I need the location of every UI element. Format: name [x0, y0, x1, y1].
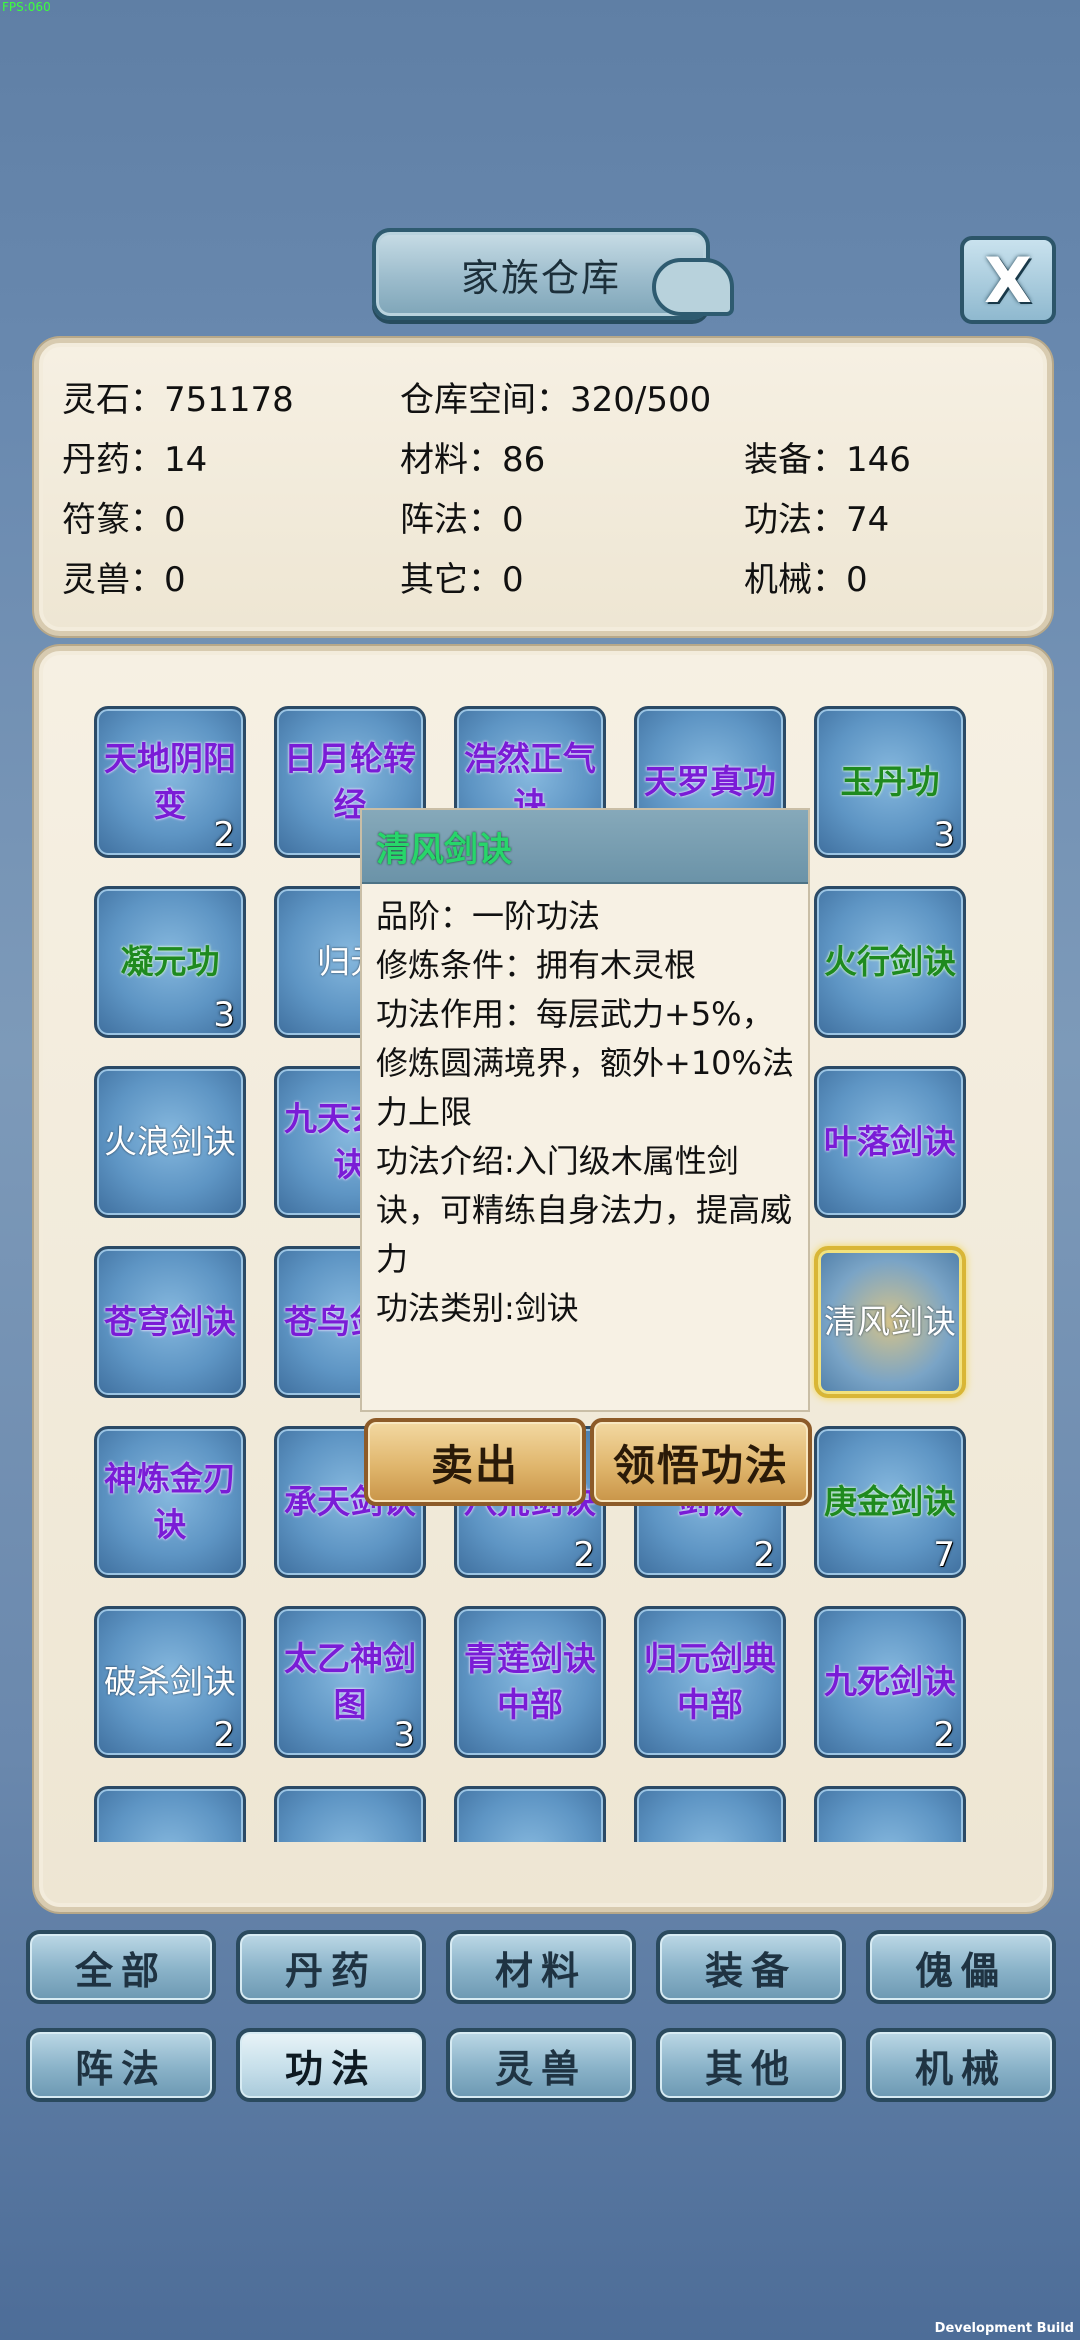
slot-item-name: 九死剑诀 [824, 1662, 956, 1701]
sell-button[interactable]: 卖出 [364, 1418, 586, 1506]
slot-item-count: 2 [213, 1715, 235, 1755]
slot-item-name: 青莲剑诀中部 [464, 1639, 596, 1724]
tooltip-category: 功法类别:剑诀 [376, 1289, 579, 1327]
inventory-slot[interactable] [634, 1786, 786, 1842]
slot-item-count: 7 [933, 1535, 955, 1575]
slot-item-count: 2 [573, 1535, 595, 1575]
tooltip-title: 清风剑诀 [376, 829, 512, 870]
item-tooltip: 清风剑诀 品阶：一阶功法 修炼条件：拥有木灵根 功法作用：每层武力+5%，修炼圆… [360, 808, 810, 1412]
inventory-slot[interactable]: 太乙神剑图 3 [274, 1606, 426, 1758]
inventory-slot[interactable] [274, 1786, 426, 1842]
inventory-slot[interactable]: 叶落剑诀 [814, 1066, 966, 1218]
inventory-slot[interactable]: 神炼金刃诀 [94, 1426, 246, 1578]
inventory-slot[interactable] [94, 1786, 246, 1842]
machines-stat: 机械：0 [744, 560, 868, 600]
spirit-stone-stat: 灵石：751178 [62, 380, 294, 420]
pills-stat: 丹药：14 [62, 440, 208, 480]
inventory-slot[interactable]: 火浪剑诀 [94, 1066, 246, 1218]
inventory-slot[interactable] [454, 1786, 606, 1842]
category-tab[interactable]: 材料 [446, 1930, 636, 2004]
tooltip-body: 品阶：一阶功法 修炼条件：拥有木灵根 功法作用：每层武力+5%，修炼圆满境界，额… [362, 884, 808, 1333]
inventory-slot[interactable]: 青莲剑诀中部 [454, 1606, 606, 1758]
inventory-slot[interactable]: 天地阴阳变 2 [94, 706, 246, 858]
slot-item-name: 玉丹功 [840, 762, 940, 801]
slot-item-count: 2 [753, 1535, 775, 1575]
inventory-slot[interactable]: 九死剑诀 2 [814, 1606, 966, 1758]
materials-stat: 材料：86 [400, 440, 546, 480]
category-tab[interactable]: 灵兽 [446, 2028, 636, 2102]
page-title: 家族仓库 [460, 255, 621, 300]
category-tab[interactable]: 丹药 [236, 1930, 426, 2004]
inventory-slot[interactable]: 破杀剑诀 2 [94, 1606, 246, 1758]
slot-item-count: 2 [213, 815, 235, 855]
techniques-stat: 功法：74 [744, 500, 890, 540]
slot-item-name: 清风剑诀 [824, 1302, 956, 1341]
slot-item-name: 天罗真功 [644, 762, 776, 801]
category-tab[interactable]: 其他 [656, 2028, 846, 2102]
fps-counter: FPS:060 [2, 0, 51, 14]
slot-item-name: 青莲剑诀 [818, 1839, 962, 1842]
slot-item-name: 破杀剑诀 [104, 1662, 236, 1701]
category-tab[interactable]: 功法 [236, 2028, 426, 2102]
slot-item-count: 3 [213, 995, 235, 1035]
slot-item-name: 火行剑诀 [824, 942, 956, 981]
category-tab[interactable]: 机械 [866, 2028, 1056, 2102]
others-stat: 其它：0 [400, 560, 524, 600]
inventory-slot[interactable]: 火行剑诀 [814, 886, 966, 1038]
close-button[interactable]: X [960, 236, 1056, 324]
slot-item-name: 神炼金刃诀 [104, 1459, 236, 1544]
slot-item-name: 凝元功 [120, 942, 220, 981]
tooltip-description: 功法介绍:入门级木属性剑诀，可精练自身法力，提高威力 [376, 1142, 793, 1278]
slot-item-name: 火浪剑诀 [104, 1122, 236, 1161]
slot-item-name: 归元剑典中部 [644, 1639, 776, 1724]
inventory-slot[interactable]: 归元剑典中部 [634, 1606, 786, 1758]
category-tab[interactable]: 全部 [26, 1930, 216, 2004]
equipment-stat: 装备：146 [744, 440, 911, 480]
inventory-slot[interactable]: 苍穹剑诀 [94, 1246, 246, 1398]
slot-item-count: 2 [933, 1715, 955, 1755]
slot-item-name: 苍穹剑诀 [104, 1302, 236, 1341]
storage-stat: 仓库空间：320/500 [400, 380, 712, 420]
inventory-slot[interactable]: 清风剑诀 [814, 1246, 966, 1398]
tooltip-requirement: 修炼条件：拥有木灵根 [376, 946, 697, 984]
cloud-ornament-icon [652, 258, 734, 316]
category-tab[interactable]: 装备 [656, 1930, 846, 2004]
beasts-stat: 灵兽：0 [62, 560, 186, 600]
inventory-slot[interactable]: 庚金剑诀 7 [814, 1426, 966, 1578]
formations-stat: 阵法：0 [400, 500, 524, 540]
slot-item-count: 3 [933, 815, 955, 855]
tooltip-grade: 品阶：一阶功法 [376, 897, 601, 935]
inventory-slot[interactable]: 玉丹功 3 [814, 706, 966, 858]
inventory-slot[interactable]: 凝元功 3 [94, 886, 246, 1038]
category-tab[interactable]: 阵法 [26, 2028, 216, 2102]
learn-technique-button[interactable]: 领悟功法 [590, 1418, 812, 1506]
talismans-stat: 符篆：0 [62, 500, 186, 540]
category-tab[interactable]: 傀儡 [866, 1930, 1056, 2004]
slot-item-name: 叶落剑诀 [824, 1122, 956, 1161]
inventory-slot[interactable]: 青莲剑诀 [814, 1786, 966, 1842]
development-build-label: Development Build [934, 2321, 1074, 2336]
tooltip-header: 清风剑诀 [362, 810, 808, 884]
tooltip-effect: 功法作用：每层武力+5%，修炼圆满境界，额外+10%法力上限 [376, 995, 794, 1131]
slot-item-name: 庚金剑诀 [824, 1482, 956, 1521]
slot-item-count: 3 [393, 1715, 415, 1755]
